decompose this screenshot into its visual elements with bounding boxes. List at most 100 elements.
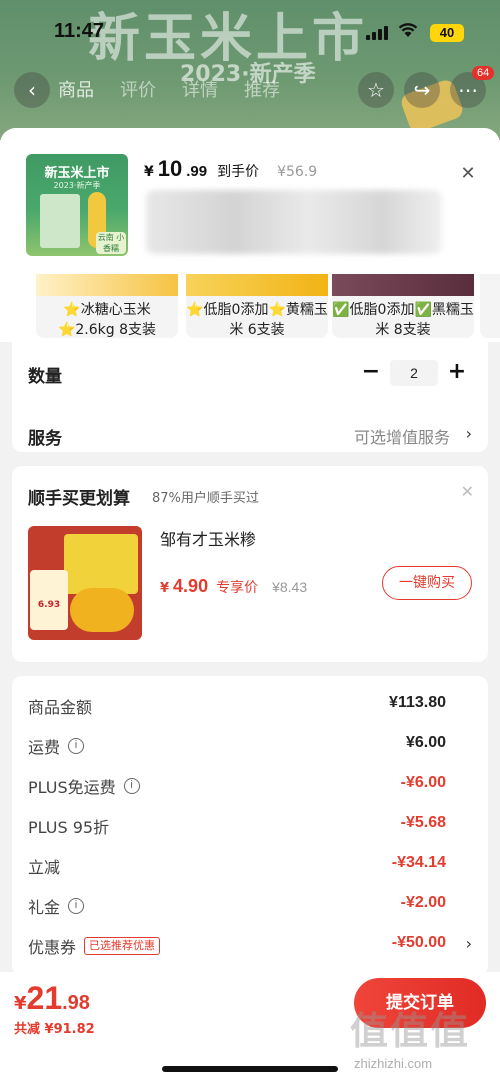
service-value[interactable]: 可选增值服务	[354, 424, 450, 448]
option-label: ⭐低脂0添加⭐黄糯玉米 6支装	[186, 302, 328, 338]
bundle-price-currency: ¥	[160, 581, 170, 596]
summary-label: 运费 i	[28, 734, 85, 758]
info-icon[interactable]: i	[68, 738, 85, 754]
blurred-spec-area	[146, 190, 442, 254]
star-icon: ☆	[367, 78, 385, 102]
bundle-price: ¥ 4.90 专享价 ¥8.43	[160, 576, 307, 597]
increase-button[interactable]: +	[446, 360, 468, 386]
bundle-original-price: ¥8.43	[272, 579, 308, 595]
watermark-url: zhizhizhi.com	[354, 1056, 433, 1071]
summary-row: 运费 i ¥6.00	[12, 734, 488, 758]
nav-tabs: 商品 评价 详情 推荐	[58, 76, 280, 102]
coupon-badge: 已选推荐优惠	[84, 937, 161, 955]
price-tag: 到手价	[217, 164, 260, 180]
summary-value: -¥50.00	[391, 934, 446, 951]
sku-option-2[interactable]: ⭐低脂0添加⭐黄糯玉米 6支装	[186, 274, 328, 338]
product-thumbnail[interactable]: 新玉米上市 2023·新产季 云南 小香糯	[26, 154, 128, 256]
favorite-button[interactable]: ☆	[358, 72, 394, 108]
price-currency: ¥	[144, 164, 154, 180]
summary-label-text: 商品金额	[28, 698, 93, 717]
summary-row: 立减 -¥34.14	[12, 854, 488, 878]
info-icon[interactable]: i	[68, 898, 85, 914]
quantity-label: 数量	[28, 367, 62, 387]
quantity-input[interactable]: 2	[390, 360, 438, 386]
tab-details[interactable]: 详情	[182, 76, 218, 102]
sku-option-1[interactable]: ⭐冰糖心玉米⭐2.6kg 8支装	[36, 274, 178, 338]
summary-label: PLUS 95折	[28, 814, 109, 838]
summary-label-text: 立减	[28, 858, 61, 877]
summary-row: 礼金 i -¥2.00	[12, 894, 488, 918]
tab-recommend[interactable]: 推荐	[244, 76, 280, 102]
battery-icon: 40	[430, 24, 464, 42]
home-indicator[interactable]	[162, 1066, 338, 1072]
status-time: 11:47	[54, 20, 105, 42]
one-click-buy-button[interactable]: 一键购买	[382, 566, 472, 600]
total-decimal: .98	[62, 992, 90, 1014]
close-sheet-button[interactable]: ✕	[456, 162, 480, 186]
chevron-left-icon: ‹	[28, 78, 36, 102]
original-price: ¥56.9	[277, 164, 318, 180]
bundle-card: 顺手买更划算 87%用户顺手买过 ✕ 6.93 邹有才玉米糁 ¥ 4.90 专享…	[12, 466, 488, 662]
watermark: 值值值	[350, 1009, 471, 1053]
summary-label-text: PLUS 95折	[28, 818, 110, 837]
share-icon: ↪	[413, 78, 431, 102]
coupon-row[interactable]: 优惠券 已选推荐优惠 -¥50.00 ›	[12, 934, 488, 958]
tab-product[interactable]: 商品	[58, 76, 94, 102]
total-saved: 共减 ¥91.82	[14, 1022, 95, 1037]
chevron-right-icon[interactable]: ›	[466, 934, 472, 953]
more-icon: ⋯	[458, 78, 478, 102]
summary-label: PLUS免运费 i	[28, 774, 140, 798]
sku-option-4[interactable]	[480, 274, 500, 338]
quantity-stepper[interactable]: − 2 +	[360, 360, 470, 386]
summary-label-text: PLUS免运费	[28, 778, 116, 797]
wifi-icon	[398, 22, 418, 43]
summary-value: ¥6.00	[405, 734, 446, 751]
bundle-product-name[interactable]: 邹有才玉米糁	[160, 526, 256, 550]
summary-row: PLUS 95折 -¥5.68	[12, 814, 488, 838]
option-label: ✅低脂0添加✅黑糯玉米 8支装	[332, 302, 474, 338]
thumbnail-subtitle: 2023·新产季	[53, 181, 101, 190]
decrease-button[interactable]: −	[360, 360, 382, 386]
summary-row: 商品金额 ¥113.80	[12, 694, 488, 718]
close-icon[interactable]: ✕	[461, 482, 474, 501]
bundle-plate-image	[70, 588, 134, 632]
sku-price: ¥ 10 .99 到手价 ¥56.9	[144, 156, 317, 182]
bundle-product-image[interactable]: 6.93	[28, 526, 142, 640]
status-bar: 11:47 40	[0, 14, 500, 54]
sku-options: ⭐冰糖心玉米⭐2.6kg 8支装 ⭐低脂0添加⭐黄糯玉米 6支装 ✅低脂0添加✅…	[0, 274, 500, 342]
thumbnail-bag-image	[40, 194, 80, 248]
total-currency: ¥	[14, 993, 27, 1014]
product-nav: ‹ 商品 评价 详情 推荐 ☆ ↪ ⋯ 64	[0, 66, 500, 110]
bundle-price-value: 4.90	[173, 576, 209, 596]
summary-value: -¥6.00	[400, 774, 446, 791]
share-button[interactable]: ↪	[404, 72, 440, 108]
bundle-title: 顺手买更划算	[28, 489, 130, 509]
tab-reviews[interactable]: 评价	[120, 76, 156, 102]
quantity-service-card: 数量 − 2 + 服务 可选增值服务 ›	[12, 340, 488, 452]
option-image	[36, 274, 178, 296]
thumbnail-title: 新玉米上市	[44, 166, 110, 181]
bundle-image-tag: 6.93	[30, 570, 68, 630]
total-integer: 21	[26, 980, 63, 1016]
back-button[interactable]: ‹	[14, 72, 50, 108]
option-label: ⭐冰糖心玉米⭐2.6kg 8支装	[57, 302, 157, 338]
price-integer: 10	[157, 156, 183, 181]
summary-label: 礼金 i	[28, 894, 85, 918]
summary-label: 优惠券 已选推荐优惠	[28, 934, 161, 958]
summary-value: -¥5.68	[400, 814, 446, 831]
summary-label-text: 礼金	[28, 898, 61, 917]
summary-value: ¥113.80	[389, 694, 446, 711]
total-price: ¥ 21 .98	[14, 980, 90, 1017]
chevron-right-icon[interactable]: ›	[466, 424, 472, 443]
service-label: 服务	[28, 429, 62, 449]
summary-row: PLUS免运费 i -¥6.00	[12, 774, 488, 798]
bundle-bag-image	[64, 534, 138, 594]
sku-option-3[interactable]: ✅低脂0添加✅黑糯玉米 8支装	[332, 274, 474, 338]
info-icon[interactable]: i	[123, 778, 140, 794]
bundle-price-label: 专享价	[216, 580, 259, 596]
summary-value: -¥34.14	[391, 854, 446, 871]
summary-value: -¥2.00	[400, 894, 446, 911]
bundle-subtitle: 87%用户顺手买过	[152, 491, 259, 506]
message-count-badge: 64	[472, 66, 495, 80]
close-icon: ✕	[460, 163, 476, 184]
